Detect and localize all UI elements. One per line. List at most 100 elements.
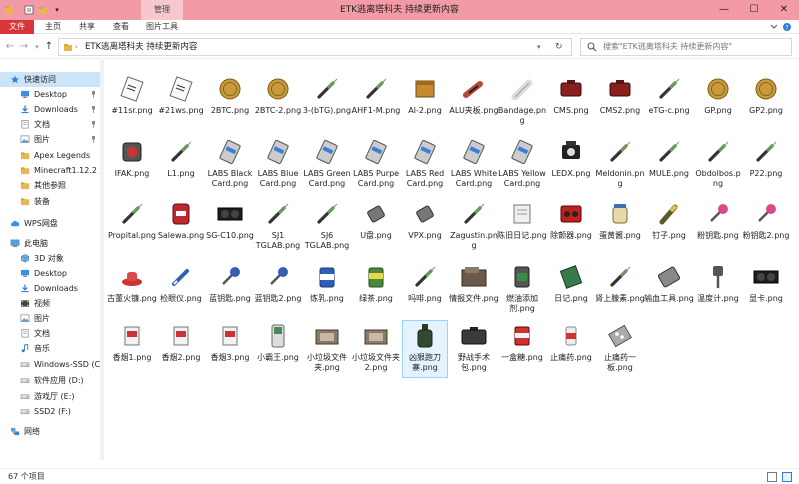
file-item[interactable]: 古董火镰.png bbox=[107, 262, 157, 312]
nav-item[interactable]: 音乐 bbox=[0, 341, 100, 356]
file-item[interactable]: Salewa.png bbox=[158, 199, 204, 249]
file-item[interactable]: 3-(bTG).png bbox=[303, 74, 351, 124]
tab-home[interactable]: 主页 bbox=[38, 20, 68, 34]
file-item[interactable]: 小垃圾文件夹.png bbox=[305, 321, 349, 377]
file-item[interactable]: LABS Green Card.png bbox=[303, 137, 351, 188]
nav-item[interactable]: Downloads bbox=[0, 102, 100, 117]
customize-toolbar-icon[interactable]: ▾ bbox=[52, 5, 62, 15]
nav-item[interactable]: Apex Legends bbox=[0, 148, 100, 163]
file-item[interactable]: 炼乳.png bbox=[305, 262, 349, 312]
forward-arrow-icon[interactable]: → bbox=[18, 40, 30, 54]
large-icons-view-icon[interactable] bbox=[782, 472, 792, 482]
file-item[interactable]: 止痛药.png bbox=[549, 321, 593, 377]
tab-file[interactable]: 文件 bbox=[0, 20, 34, 34]
file-item[interactable]: LEDX.png bbox=[549, 137, 593, 187]
file-item[interactable]: CMS2.png bbox=[598, 74, 642, 124]
file-item[interactable]: LABS Red Card.png bbox=[403, 137, 447, 188]
file-item[interactable]: SG-C10.png bbox=[206, 199, 254, 249]
file-item[interactable]: 凶狠跑刀寨.png bbox=[402, 320, 448, 378]
file-item[interactable]: 小霸王.png bbox=[256, 321, 300, 377]
close-button[interactable]: ✕ bbox=[769, 0, 799, 20]
tab-picture-tools[interactable]: 图片工具 bbox=[140, 20, 184, 34]
file-item[interactable]: VPX.png bbox=[403, 199, 447, 249]
file-item[interactable]: SJ1 TGLAB.png bbox=[256, 199, 300, 250]
file-item[interactable]: 绿茶.png bbox=[354, 262, 398, 312]
file-item[interactable]: LABS Blue Card.png bbox=[256, 137, 300, 188]
file-item[interactable]: 情报文件.png bbox=[449, 262, 499, 312]
file-item[interactable]: MULE.png bbox=[647, 137, 691, 187]
properties-icon[interactable] bbox=[24, 5, 34, 15]
details-view-icon[interactable] bbox=[767, 472, 777, 482]
file-item[interactable]: 日记.png bbox=[549, 262, 593, 312]
file-item[interactable]: 陈旧日记.png bbox=[497, 199, 547, 249]
file-item[interactable]: 肾上腺素.png bbox=[595, 262, 645, 312]
file-item[interactable]: 检眼仪.png bbox=[159, 262, 203, 312]
nav-item[interactable]: Minecraft1.12.2 蓝 bbox=[0, 163, 100, 178]
back-arrow-icon[interactable]: ← bbox=[4, 40, 16, 54]
file-item[interactable]: L1.png bbox=[159, 137, 203, 187]
file-item[interactable]: SJ6 TGLAB.png bbox=[305, 199, 349, 250]
file-item[interactable]: Propital.png bbox=[108, 199, 156, 249]
nav-item[interactable]: Windows-SSD (C:) bbox=[0, 357, 100, 372]
ribbon-expand-icon[interactable]: ? bbox=[763, 21, 793, 33]
new-folder-icon[interactable] bbox=[38, 5, 48, 15]
nav-item[interactable]: 图片 bbox=[0, 132, 100, 147]
nav-item[interactable]: 图片 bbox=[0, 311, 100, 326]
recent-locations-icon[interactable]: ▾ bbox=[31, 40, 43, 54]
file-item[interactable]: AI-2.png bbox=[403, 74, 447, 124]
nav-item[interactable]: 软件应用 (D:) bbox=[0, 373, 100, 388]
nav-item[interactable]: 其他参照 bbox=[0, 178, 100, 193]
file-item[interactable]: GP.png bbox=[696, 74, 740, 124]
file-item[interactable]: 2BTC-2.png bbox=[255, 74, 301, 124]
file-item[interactable]: LABS Yellow Card.png bbox=[498, 137, 546, 188]
nav-item[interactable]: 文档 bbox=[0, 117, 100, 132]
file-item[interactable]: 小垃圾文件夹2.png bbox=[352, 321, 400, 377]
file-item[interactable]: 野战手术包.png bbox=[452, 321, 496, 377]
nav-item[interactable]: Desktop bbox=[0, 266, 100, 281]
file-item[interactable]: AHF1-M.png bbox=[352, 74, 400, 124]
file-item[interactable]: CMS.png bbox=[549, 74, 593, 124]
pin-icon[interactable] bbox=[91, 121, 96, 128]
file-item[interactable]: Zagustin.png bbox=[450, 199, 498, 250]
file-item[interactable]: 吗啡.png bbox=[403, 262, 447, 312]
nav-item[interactable]: Downloads bbox=[0, 281, 100, 296]
pin-icon[interactable] bbox=[91, 106, 96, 113]
file-item[interactable]: IFAK.png bbox=[110, 137, 154, 187]
address-dropdown-icon[interactable]: ▾ bbox=[537, 39, 541, 55]
file-item[interactable]: 蛋黄酱.png bbox=[598, 199, 642, 249]
nav-item[interactable]: Desktop bbox=[0, 87, 100, 102]
up-arrow-icon[interactable]: ↑ bbox=[43, 40, 55, 54]
file-item[interactable]: ALU夹板.png bbox=[449, 74, 499, 124]
file-item[interactable]: 除颤器.png bbox=[549, 199, 593, 249]
nav-item[interactable]: 网络 bbox=[0, 424, 100, 439]
file-item[interactable]: 蓝钥匙2.png bbox=[255, 262, 301, 312]
file-item[interactable]: 一盒糖.png bbox=[500, 321, 544, 377]
file-item[interactable]: Meldonin.png bbox=[595, 137, 645, 188]
file-item[interactable]: eTG-c.png bbox=[647, 74, 691, 124]
breadcrumb-chevron-icon[interactable]: › bbox=[75, 39, 78, 55]
file-item[interactable]: 粉钥匙.png bbox=[696, 199, 740, 249]
nav-item[interactable]: SSD2 (F:) bbox=[0, 404, 100, 419]
file-item[interactable]: 输血工具.png bbox=[644, 262, 694, 312]
file-item[interactable]: Obdolbos.png bbox=[695, 137, 741, 188]
nav-item[interactable]: 此电脑 bbox=[0, 236, 100, 251]
pin-icon[interactable] bbox=[91, 136, 96, 143]
nav-item[interactable]: 快速访问 bbox=[0, 72, 100, 87]
file-item[interactable]: 燃油添加剂.png bbox=[500, 262, 544, 313]
file-item[interactable]: #11sr.png bbox=[110, 74, 154, 124]
file-item[interactable]: LABS White Card.png bbox=[451, 137, 497, 188]
manage-tab[interactable]: 管理 bbox=[141, 0, 183, 20]
search-box[interactable]: 搜索"ETK逃离塔科夫 持续更新内容" bbox=[580, 38, 792, 56]
nav-item[interactable]: 视频 bbox=[0, 296, 100, 311]
file-item[interactable]: 钉子.png bbox=[647, 199, 691, 249]
file-item[interactable]: GP2.png bbox=[744, 74, 788, 124]
nav-item[interactable]: 文档 bbox=[0, 326, 100, 341]
tab-view[interactable]: 查看 bbox=[106, 20, 136, 34]
file-item[interactable]: LABS Purpe Card.png bbox=[353, 137, 399, 188]
refresh-icon[interactable]: ↻ bbox=[555, 39, 563, 55]
maximize-button[interactable]: ☐ bbox=[739, 0, 769, 20]
file-item[interactable]: Bandage.png bbox=[498, 74, 546, 125]
nav-item[interactable]: WPS网盘 bbox=[0, 216, 100, 231]
nav-item[interactable]: 游戏厅 (E:) bbox=[0, 389, 100, 404]
file-item[interactable]: 蓝钥匙.png bbox=[208, 262, 252, 312]
